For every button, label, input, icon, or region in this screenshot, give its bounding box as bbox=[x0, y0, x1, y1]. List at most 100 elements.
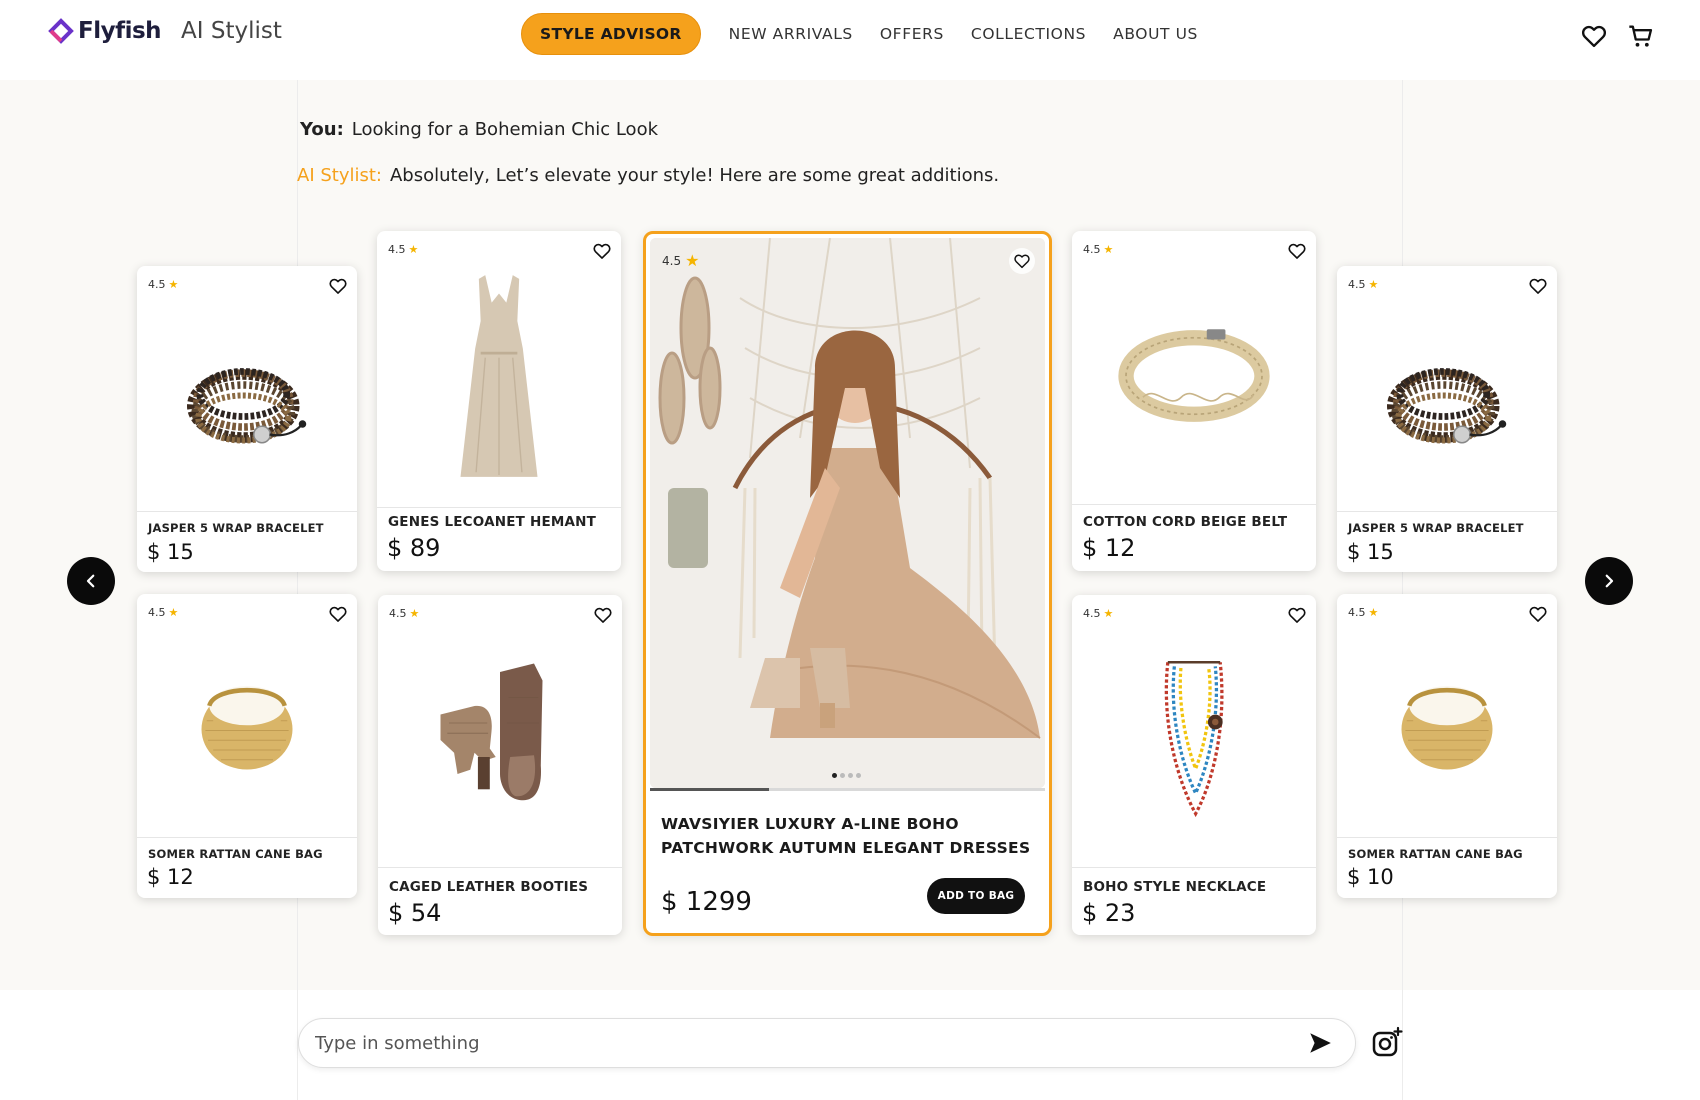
star-icon: ★ bbox=[168, 606, 179, 619]
instagram-add-icon[interactable] bbox=[1371, 1026, 1403, 1058]
product-name: COTTON CORD BEIGE BELT bbox=[1083, 514, 1288, 530]
wishlist-heart-icon[interactable] bbox=[593, 605, 613, 625]
product-image bbox=[1337, 286, 1557, 526]
product-rating: 4.5 ★ bbox=[1348, 278, 1379, 291]
product-price: $ 15 bbox=[147, 540, 194, 564]
image-carousel-dots bbox=[832, 773, 864, 778]
product-card[interactable]: 4.5 ★ SOMER RATTAN CANE BAG $ 10 bbox=[1337, 594, 1557, 898]
product-rating: 4.5 ★ bbox=[148, 278, 179, 291]
star-icon: ★ bbox=[1103, 243, 1114, 256]
product-name: JASPER 5 WRAP BRACELET bbox=[148, 521, 324, 535]
product-name: BOHO STYLE NECKLACE bbox=[1083, 879, 1267, 895]
wishlist-heart-icon[interactable] bbox=[1287, 241, 1307, 261]
featured-product-card[interactable]: 4.5 ★ WAVSIYIER LUXURY A-LINE BOHO PATCHW… bbox=[643, 231, 1052, 936]
product-card[interactable]: 4.5 ★ SOMER RATTAN CANE BAG $ 12 bbox=[137, 594, 357, 898]
product-rating: 4.5 ★ bbox=[389, 607, 420, 620]
product-image bbox=[1337, 604, 1557, 844]
product-card[interactable]: 4.5 ★ JASPER 5 WRAP BRACELET $ 15 bbox=[1337, 266, 1557, 572]
nav-style-advisor-button[interactable]: STYLE ADVISOR bbox=[521, 13, 701, 55]
product-name: JASPER 5 WRAP BRACELET bbox=[1348, 521, 1524, 535]
product-name: CAGED LEATHER BOOTIES bbox=[389, 879, 589, 895]
wishlist-heart-icon[interactable] bbox=[592, 241, 612, 261]
product-card[interactable]: 4.5 ★ BOHO STYLE NECKLACE $ 23 bbox=[1072, 595, 1316, 935]
ai-message-text: Absolutely, Let’s elevate your style! He… bbox=[389, 165, 1000, 186]
model-in-boho-dress-image bbox=[650, 238, 1045, 788]
heart-icon[interactable] bbox=[1580, 22, 1608, 50]
belt-image bbox=[1109, 311, 1279, 441]
image-progress-fill bbox=[650, 788, 769, 791]
add-to-bag-button[interactable]: ADD TO BAG bbox=[927, 878, 1025, 914]
product-image bbox=[377, 241, 621, 511]
star-icon: ★ bbox=[409, 607, 420, 620]
wishlist-heart-icon[interactable] bbox=[1009, 248, 1035, 274]
booties-image bbox=[415, 645, 585, 835]
carousel-dot[interactable] bbox=[848, 773, 853, 778]
brand-subtitle: AI Stylist bbox=[181, 18, 282, 44]
product-rating: 4.5 ★ bbox=[1083, 243, 1114, 256]
message-input-bar bbox=[298, 1018, 1356, 1068]
product-price: $ 15 bbox=[1347, 540, 1394, 564]
user-message: You: Looking for a Bohemian Chic Look bbox=[300, 119, 658, 140]
wishlist-heart-icon[interactable] bbox=[328, 604, 348, 624]
product-rating: 4.5 ★ bbox=[388, 243, 419, 256]
product-rating: 4.5 ★ bbox=[1348, 606, 1379, 619]
carousel-next-button[interactable] bbox=[1585, 557, 1633, 605]
product-price: $ 12 bbox=[1082, 534, 1136, 562]
brand-name: Flyfish bbox=[78, 18, 162, 44]
product-rating: 4.5 ★ bbox=[662, 251, 700, 270]
wishlist-heart-icon[interactable] bbox=[1528, 276, 1548, 296]
product-image bbox=[137, 286, 357, 526]
wishlist-heart-icon[interactable] bbox=[1287, 605, 1307, 625]
carousel-prev-button[interactable] bbox=[67, 557, 115, 605]
product-card[interactable]: 4.5 ★ CAGED LEATHER BOOTIES $ 54 bbox=[378, 595, 622, 935]
dress-image bbox=[444, 261, 554, 491]
product-price: $ 23 bbox=[1082, 899, 1136, 927]
wishlist-heart-icon[interactable] bbox=[1528, 604, 1548, 624]
product-price: $ 10 bbox=[1347, 865, 1394, 889]
rattan-bag-image bbox=[1382, 659, 1512, 789]
carousel-dot[interactable] bbox=[832, 773, 837, 778]
bracelet-image bbox=[172, 351, 322, 461]
product-card[interactable]: 4.5 ★ JASPER 5 WRAP BRACELET $ 15 bbox=[137, 266, 357, 572]
brand-logo[interactable]: Flyfish AI Stylist bbox=[48, 18, 282, 44]
product-card[interactable]: 4.5 ★ COTTON CORD BEIGE BELT $ 12 bbox=[1072, 231, 1316, 571]
rattan-bag-image bbox=[182, 659, 312, 789]
product-image bbox=[1072, 605, 1316, 875]
star-icon: ★ bbox=[1103, 607, 1114, 620]
product-image bbox=[378, 605, 622, 875]
product-rating: 4.5 ★ bbox=[1083, 607, 1114, 620]
ai-message: AI Stylist: Absolutely, Let’s elevate you… bbox=[297, 165, 999, 186]
star-icon: ★ bbox=[1368, 606, 1379, 619]
chevron-left-icon bbox=[86, 574, 95, 588]
carousel-dot[interactable] bbox=[856, 773, 861, 778]
chevron-right-icon bbox=[1605, 574, 1614, 588]
wishlist-heart-icon[interactable] bbox=[328, 276, 348, 296]
nav-collections[interactable]: COLLECTIONS bbox=[971, 25, 1086, 43]
top-navigation-bar: Flyfish AI Stylist STYLE ADVISOR NEW ARR… bbox=[0, 0, 1700, 80]
flyfish-logo-icon bbox=[48, 18, 74, 44]
bracelet-image bbox=[1372, 351, 1522, 461]
product-name: SOMER RATTAN CANE BAG bbox=[148, 847, 323, 861]
featured-product-image[interactable] bbox=[650, 238, 1045, 788]
product-price: $ 54 bbox=[388, 899, 442, 927]
star-icon: ★ bbox=[408, 243, 419, 256]
main-nav: STYLE ADVISOR NEW ARRIVALS OFFERS COLLEC… bbox=[521, 13, 1198, 55]
star-icon: ★ bbox=[1368, 278, 1379, 291]
product-name: SOMER RATTAN CANE BAG bbox=[1348, 847, 1523, 861]
message-input[interactable] bbox=[315, 1019, 1275, 1067]
necklace-image bbox=[1144, 650, 1244, 830]
product-image bbox=[1072, 241, 1316, 511]
cart-icon[interactable] bbox=[1627, 22, 1655, 50]
product-card[interactable]: 4.5 ★ GENES LECOANET HEMANT $ 89 bbox=[377, 231, 621, 571]
send-icon[interactable] bbox=[1307, 1030, 1333, 1056]
product-image bbox=[137, 604, 357, 844]
carousel-dot[interactable] bbox=[840, 773, 845, 778]
ai-label: AI Stylist: bbox=[297, 165, 382, 186]
nav-about-us[interactable]: ABOUT US bbox=[1113, 25, 1198, 43]
product-price: $ 12 bbox=[147, 865, 194, 889]
product-rating: 4.5 ★ bbox=[148, 606, 179, 619]
star-icon: ★ bbox=[168, 278, 179, 291]
nav-new-arrivals[interactable]: NEW ARRIVALS bbox=[729, 25, 853, 43]
nav-offers[interactable]: OFFERS bbox=[880, 25, 944, 43]
user-label: You: bbox=[300, 119, 344, 140]
